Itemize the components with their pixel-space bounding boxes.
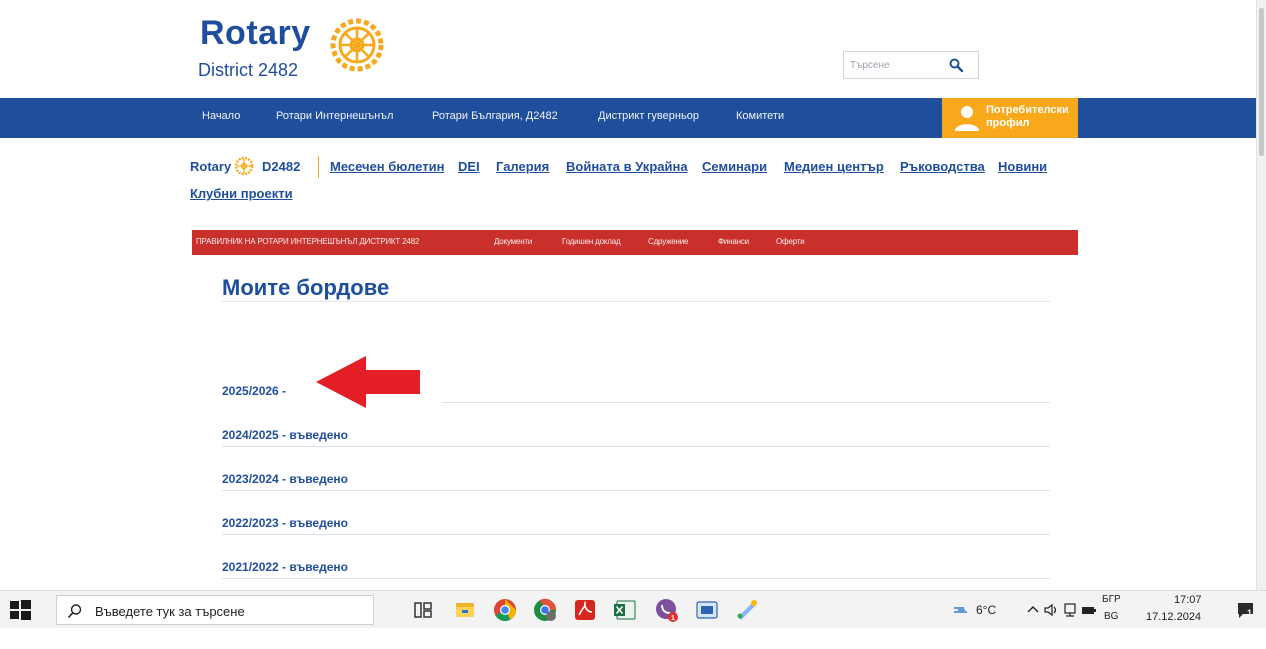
redbar-item-offers[interactable]: Оферти bbox=[776, 237, 805, 246]
link-monthly-bulletin[interactable]: Месечен бюлетин bbox=[330, 159, 444, 174]
rotary-wheel-small-icon bbox=[234, 156, 254, 176]
board-label[interactable]: 2023/2024 - въведено bbox=[222, 472, 348, 486]
link-seminars[interactable]: Семинари bbox=[702, 159, 767, 174]
search-icon[interactable] bbox=[948, 57, 964, 73]
board-row[interactable]: 2024/2025 - въведено bbox=[222, 428, 1050, 450]
divider bbox=[318, 156, 319, 178]
redbar-item-annual-report[interactable]: Годишен доклад bbox=[562, 237, 621, 246]
nav-item-committees[interactable]: Комитети bbox=[736, 110, 784, 122]
clock-date[interactable]: 17.12.2024 bbox=[1146, 611, 1201, 649]
file-explorer-icon[interactable] bbox=[452, 597, 478, 623]
nav-item-district-governor[interactable]: Дистрикт гуверньор bbox=[598, 110, 699, 122]
network-icon[interactable] bbox=[1062, 601, 1080, 619]
taskbar-search-placeholder: Въведете тук за търсене bbox=[95, 604, 245, 619]
row-divider bbox=[222, 446, 1050, 447]
nav-item-rotary-bulgaria[interactable]: Ротари България, Д2482 bbox=[432, 110, 558, 122]
search-input[interactable] bbox=[850, 56, 950, 74]
link-dei[interactable]: DEI bbox=[458, 159, 480, 174]
secondary-nav: Rotary D2482 Месечен бюлетин DEI Галерия… bbox=[190, 150, 1070, 212]
link-media-center[interactable]: Медиен център bbox=[784, 159, 884, 174]
profile-label: Потребителски профил bbox=[986, 104, 1069, 129]
row-divider bbox=[442, 402, 1050, 403]
main-content: Моите бордове 2025/2026 - 2024/2025 - въ… bbox=[200, 255, 1068, 590]
redbar-item-finance[interactable]: Финанси bbox=[718, 237, 749, 246]
red-arrow-annotation bbox=[316, 356, 420, 408]
weather-icon[interactable] bbox=[952, 601, 970, 619]
row-divider bbox=[222, 534, 1050, 535]
viber-icon[interactable]: 1 bbox=[654, 597, 680, 623]
link-news[interactable]: Новини bbox=[998, 159, 1047, 174]
redbar-item-bylaws[interactable]: ПРАВИЛНИК НА РОТАРИ ИНТЕРНЕШЪНЪЛ ДИСТРИК… bbox=[196, 237, 419, 246]
taskbar-search-icon bbox=[67, 604, 82, 619]
board-row[interactable]: 2022/2023 - въведено bbox=[222, 516, 1050, 538]
scrollbar-thumb[interactable] bbox=[1259, 8, 1264, 156]
site-header: Rotary District 2482 bbox=[0, 0, 1266, 98]
excel-icon[interactable] bbox=[612, 597, 638, 623]
board-label[interactable]: 2022/2023 - въведено bbox=[222, 516, 348, 530]
chevron-up-icon[interactable] bbox=[1024, 601, 1042, 619]
link-gallery[interactable]: Галерия bbox=[496, 159, 549, 174]
board-row[interactable]: 2023/2024 - въведено bbox=[222, 472, 1050, 494]
page-title: Моите бордове bbox=[222, 275, 390, 300]
link-war-ukraine[interactable]: Войната в Украйна bbox=[566, 159, 688, 174]
rotary-wheel-icon bbox=[330, 18, 384, 72]
board-label[interactable]: 2024/2025 - въведено bbox=[222, 428, 348, 442]
district-docs-bar: ПРАВИЛНИК НА РОТАРИ ИНТЕРНЕШЪНЪЛ ДИСТРИК… bbox=[192, 230, 1078, 255]
link-guides[interactable]: Ръководства bbox=[900, 159, 985, 174]
volume-icon[interactable] bbox=[1042, 601, 1060, 619]
battery-icon[interactable] bbox=[1080, 601, 1098, 619]
row-divider bbox=[222, 490, 1050, 491]
windows-start-icon[interactable] bbox=[8, 598, 32, 622]
taskbar-search[interactable]: Въведете тук за търсене bbox=[56, 595, 374, 625]
task-view-icon[interactable] bbox=[410, 597, 436, 623]
board-row[interactable]: 2021/2022 - въведено bbox=[222, 560, 1050, 582]
redbar-item-association[interactable]: Сдружение bbox=[648, 237, 688, 246]
app-icon[interactable] bbox=[694, 597, 720, 623]
windows-taskbar: Въведете тук за търсене 1 6°C БГР BG 17:… bbox=[0, 590, 1266, 628]
chrome-alt-icon[interactable] bbox=[532, 597, 558, 623]
chrome-icon[interactable] bbox=[492, 597, 518, 623]
redbar-item-documents[interactable]: Документи bbox=[494, 237, 532, 246]
logo-district: District 2482 bbox=[198, 60, 299, 80]
notification-count: 1 bbox=[1247, 608, 1253, 618]
nav-item-home[interactable]: Начало bbox=[202, 110, 240, 122]
title-divider bbox=[222, 301, 1050, 302]
site-search bbox=[843, 51, 979, 79]
notifications-icon[interactable] bbox=[1236, 600, 1256, 620]
link-club-projects[interactable]: Клубни проекти bbox=[190, 186, 293, 201]
board-label[interactable]: 2025/2026 - bbox=[222, 384, 286, 398]
user-profile-button[interactable]: Потребителски профил bbox=[942, 98, 1078, 138]
row-divider bbox=[222, 578, 1050, 579]
page-scrollbar[interactable] bbox=[1256, 0, 1266, 590]
weather-temp[interactable]: 6°C bbox=[976, 603, 996, 641]
logo-word: Rotary bbox=[200, 14, 311, 52]
sub-logo-district: D2482 bbox=[262, 159, 301, 174]
language-short[interactable]: BG bbox=[1104, 611, 1118, 649]
nav-item-rotary-international[interactable]: Ротари Интернешънъл bbox=[276, 110, 393, 122]
board-label[interactable]: 2021/2022 - въведено bbox=[222, 560, 348, 574]
user-icon bbox=[955, 106, 979, 131]
sub-logo-word: Rotary bbox=[190, 159, 232, 174]
paint-icon[interactable] bbox=[734, 597, 760, 623]
acrobat-icon[interactable] bbox=[572, 597, 598, 623]
main-nav: Начало Ротари Интернешънъл Ротари Българ… bbox=[0, 98, 1256, 138]
svg-text:1: 1 bbox=[671, 615, 675, 622]
